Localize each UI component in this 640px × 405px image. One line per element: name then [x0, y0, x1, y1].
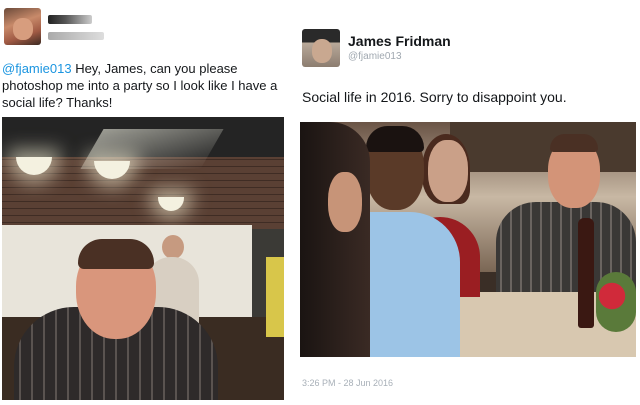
- tweet-timestamp[interactable]: 3:26 PM - 28 Jun 2016: [302, 378, 393, 388]
- right-user-avatar[interactable]: [302, 29, 340, 67]
- author-name[interactable]: James Fridman: [348, 33, 451, 49]
- left-user-avatar[interactable]: [4, 8, 41, 45]
- left-tweet-text: @fjamie013 Hey, James, can you please ph…: [2, 60, 294, 111]
- left-tweet-photo[interactable]: [2, 117, 284, 400]
- wine-bottle: [578, 218, 594, 328]
- mention-link[interactable]: @fjamie013: [2, 61, 72, 76]
- avatar-face-icon: [312, 39, 332, 63]
- author-handle[interactable]: @fjamie013: [348, 51, 402, 62]
- redacted-user-name: [48, 15, 92, 24]
- redacted-user-handle: [48, 32, 104, 40]
- right-tweet-text: Social life in 2016. Sorry to disappoint…: [302, 89, 567, 105]
- avatar-face-icon: [13, 18, 33, 40]
- flowers: [596, 272, 636, 332]
- right-tweet-photo[interactable]: [300, 122, 636, 357]
